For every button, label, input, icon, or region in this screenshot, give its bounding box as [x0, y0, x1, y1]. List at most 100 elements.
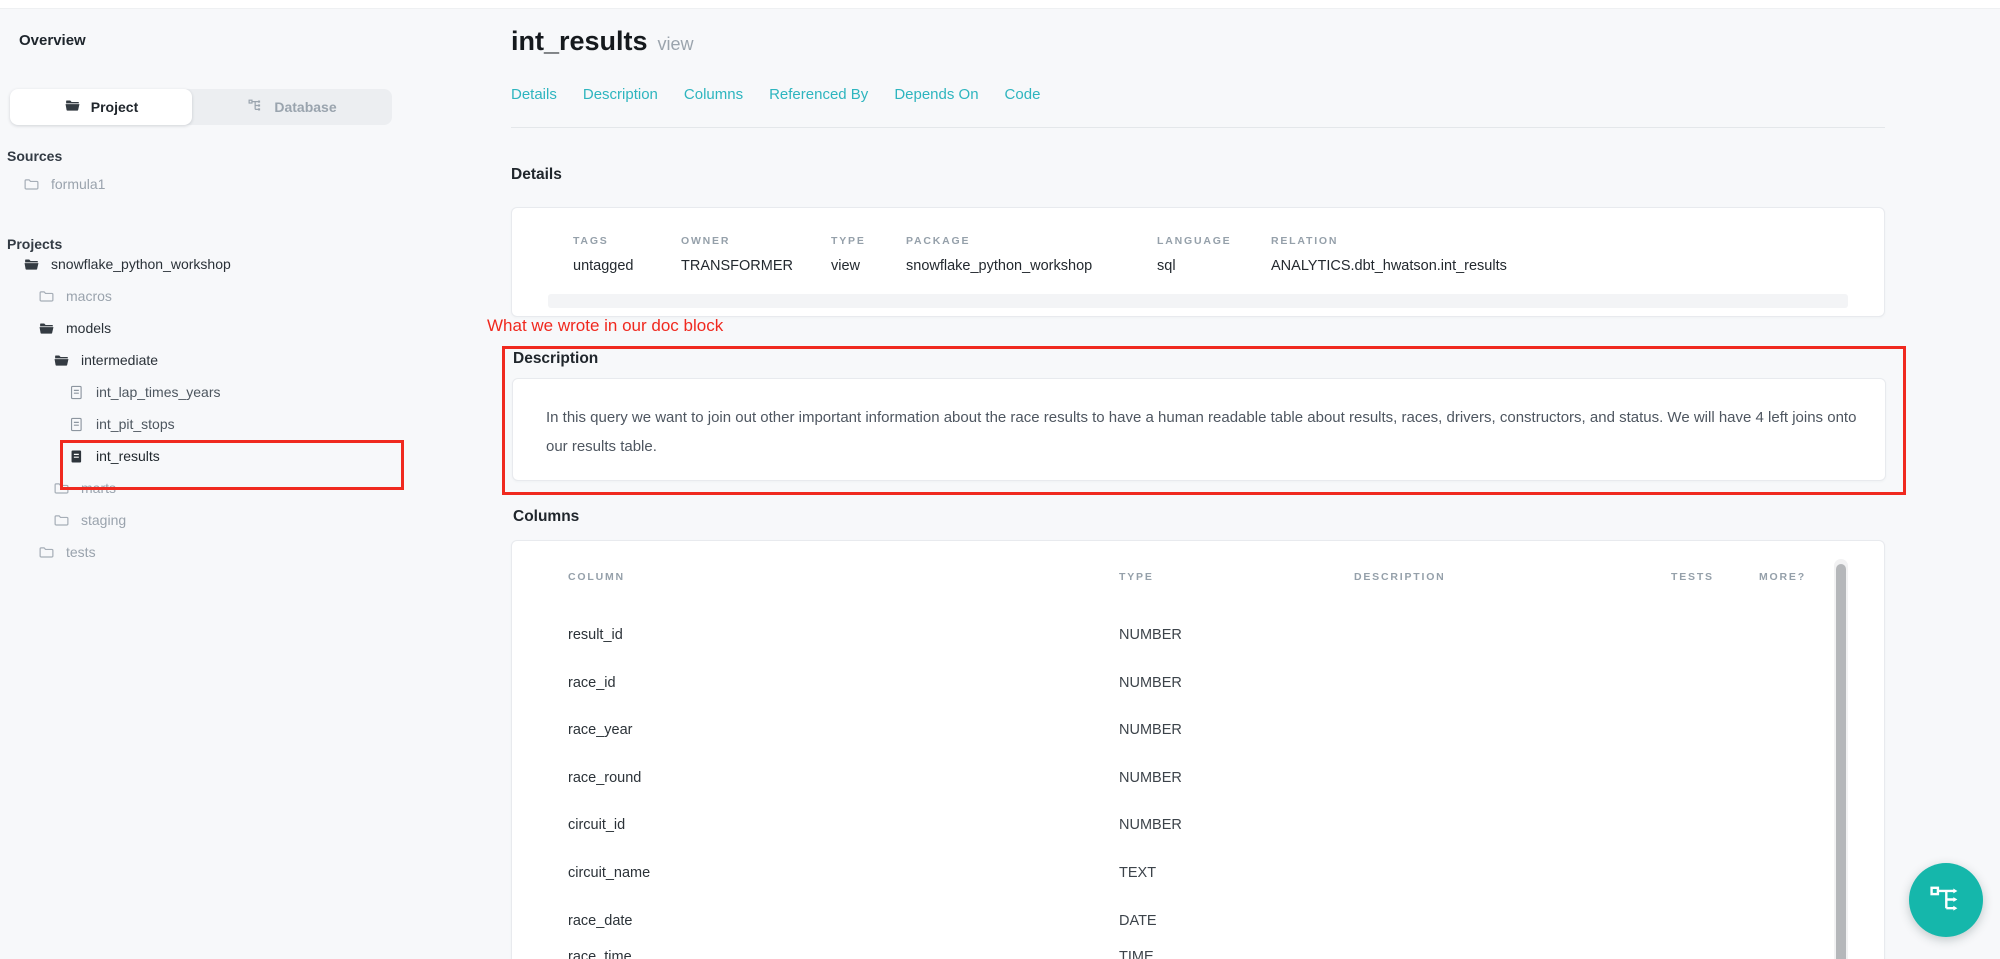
column-type: NUMBER	[1119, 627, 1182, 643]
column-row-race_date[interactable]: race_dateDATE	[512, 913, 1812, 937]
view-toggle: Project Database	[10, 89, 392, 125]
sidebar-item-label: tests	[66, 544, 96, 560]
sidebar-item-label: models	[66, 320, 111, 336]
detail-field-label: LANGUAGE	[1157, 235, 1231, 247]
details-card: TAGSuntaggedOWNERTRANSFORMERTYPEviewPACK…	[511, 207, 1885, 317]
sidebar-item-intermediate[interactable]: intermediate	[0, 344, 420, 376]
column-type: NUMBER	[1119, 817, 1182, 833]
columns-section-heading: Columns	[513, 508, 579, 526]
project-toggle-button[interactable]: Project	[10, 89, 192, 125]
tab-details[interactable]: Details	[511, 86, 557, 103]
sidebar-item-snowflake_python_workshop[interactable]: snowflake_python_workshop	[0, 248, 420, 280]
folder-open-icon	[23, 256, 40, 273]
column-name: race_year	[568, 722, 632, 738]
column-header-description: DESCRIPTION	[1354, 571, 1446, 583]
red-annotation-text: What we wrote in our doc block	[487, 316, 723, 336]
tab-columns[interactable]: Columns	[684, 86, 743, 103]
column-type: TEXT	[1119, 865, 1156, 881]
columns-card: COLUMN TYPE DESCRIPTION TESTS MORE? result_i…	[511, 540, 1885, 959]
detail-field-value: sql	[1157, 258, 1176, 274]
sidebar-item-marts[interactable]: marts	[0, 472, 420, 504]
dbt-docs-app: Overview Project Database Sources formul…	[0, 0, 2000, 959]
column-header-tests: TESTS	[1671, 571, 1714, 583]
sidebar-item-label: staging	[81, 512, 126, 528]
column-name: race_round	[568, 770, 641, 786]
database-toggle-button[interactable]: Database	[192, 89, 392, 125]
sidebar-item-staging[interactable]: staging	[0, 504, 420, 536]
detail-field-value: untagged	[573, 258, 633, 274]
sidebar-item-formula1[interactable]: formula1	[0, 168, 420, 200]
detail-field-label: PACKAGE	[906, 235, 970, 247]
column-row-circuit_name[interactable]: circuit_name TEXT	[512, 865, 1812, 889]
sidebar-item-tests[interactable]: tests	[0, 536, 420, 568]
sidebar-item-label: macros	[66, 288, 112, 304]
column-row-race_id[interactable]: race_id NUMBER	[512, 675, 1812, 699]
column-name: race_time	[568, 949, 632, 959]
project-tree: snowflake_python_workshopmacros models int…	[0, 248, 420, 568]
detail-field-owner: OWNERTRANSFORMER	[681, 235, 730, 247]
detail-field-type: TYPEview	[831, 235, 866, 247]
database-toggle-label: Database	[274, 99, 336, 115]
sidebar-item-label: formula1	[51, 176, 105, 192]
details-section-heading: Details	[511, 166, 562, 184]
folder-icon	[38, 544, 55, 561]
detail-field-label: RELATION	[1271, 235, 1338, 247]
sources-list: formula1	[0, 168, 420, 200]
document-icon	[68, 416, 85, 433]
detail-field-package: PACKAGEsnowflake_python_workshop	[906, 235, 970, 247]
lineage-graph-fab-button[interactable]	[1909, 863, 1983, 937]
tab-description[interactable]: Description	[583, 86, 658, 103]
overview-heading: Overview	[19, 32, 86, 49]
sidebar-item-int_pit_stops[interactable]: int_pit_stops	[0, 408, 420, 440]
model-name: int_results	[511, 26, 648, 56]
folder-open-icon	[53, 352, 70, 369]
column-type: TIME	[1119, 949, 1154, 959]
document-filled-icon	[68, 448, 85, 465]
description-text: In this query we want to join out other …	[546, 403, 1861, 461]
folder-icon	[53, 512, 70, 529]
folder-icon	[53, 480, 70, 497]
description-section-heading: Description	[513, 350, 598, 368]
detail-field-label: TYPE	[831, 235, 866, 247]
column-row-race_time[interactable]: race_time TIME	[512, 949, 1812, 959]
column-type: NUMBER	[1119, 675, 1182, 691]
columns-scrollbar[interactable]	[1834, 559, 1848, 959]
column-header-type: TYPE	[1119, 571, 1154, 583]
sidebar-item-label: intermediate	[81, 352, 158, 368]
tab-code[interactable]: Code	[1005, 86, 1041, 103]
column-row-race_round[interactable]: race_roundNUMBER	[512, 770, 1812, 794]
column-header-column: COLUMN	[568, 571, 625, 583]
sidebar-item-int_results[interactable]: int_results	[0, 440, 420, 472]
sidebar-item-models[interactable]: models	[0, 312, 420, 344]
page-title: int_resultsview	[511, 26, 694, 57]
folder-open-icon	[38, 320, 55, 337]
sidebar-item-int_lap_times_years[interactable]: int_lap_times_years	[0, 376, 420, 408]
detail-field-label: OWNER	[681, 235, 730, 247]
description-card: In this query we want to join out other …	[512, 378, 1886, 481]
tab-referenced-by[interactable]: Referenced By	[769, 86, 868, 103]
column-row-circuit_id[interactable]: circuit_id NUMBER	[512, 817, 1812, 841]
detail-field-label: TAGS	[573, 235, 609, 247]
sidebar-item-macros[interactable]: macros	[0, 280, 420, 312]
tab-divider	[511, 127, 1885, 128]
detail-field-value: ANALYTICS.dbt_hwatson.int_results	[1271, 258, 1507, 274]
columns-scrollbar-thumb[interactable]	[1836, 564, 1846, 959]
column-row-result_id[interactable]: result_id NUMBER	[512, 627, 1812, 651]
lineage-graph-icon	[1928, 880, 1964, 921]
column-type: NUMBER	[1119, 722, 1182, 738]
column-name: race_id	[568, 675, 616, 691]
sidebar-item-label: snowflake_python_workshop	[51, 256, 231, 272]
database-tree-icon	[247, 97, 264, 117]
column-header-more: MORE?	[1759, 571, 1806, 583]
folder-icon	[38, 288, 55, 305]
sidebar-item-label: int_results	[96, 448, 160, 464]
column-name: circuit_id	[568, 817, 625, 833]
document-icon	[68, 384, 85, 401]
tab-depends-on[interactable]: Depends On	[894, 86, 978, 103]
column-row-race_year[interactable]: race_year NUMBER	[512, 722, 1812, 746]
detail-field-value: snowflake_python_workshop	[906, 258, 1092, 274]
column-name: result_id	[568, 627, 623, 643]
column-name: circuit_name	[568, 865, 650, 881]
detail-field-tags: TAGSuntagged	[573, 235, 609, 247]
detail-field-value: view	[831, 258, 860, 274]
